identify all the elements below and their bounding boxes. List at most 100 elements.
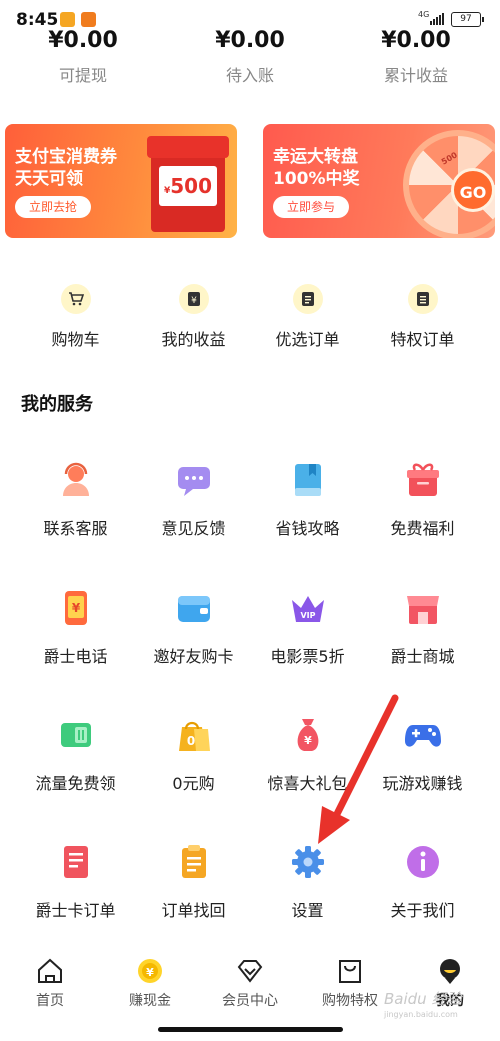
service-customer-service[interactable]: 联系客服 — [13, 460, 138, 550]
status-time: 8:45 — [16, 10, 59, 30]
diamond-icon — [235, 956, 265, 986]
customer-service-icon — [56, 460, 96, 500]
quick-link-label: 优选订单 — [275, 330, 340, 349]
bag-icon — [335, 956, 365, 986]
service-settings[interactable]: 设置 — [245, 842, 370, 932]
service-label: 联系客服 — [43, 519, 108, 538]
banner-title: 幸运大转盘 100%中奖 — [273, 147, 360, 189]
card-order-icon — [56, 842, 96, 882]
feedback-icon — [174, 460, 214, 500]
phone-icon: ¥ — [56, 588, 96, 628]
service-surprise-gift-pack[interactable]: ¥ 惊喜大礼包 — [245, 715, 370, 805]
settings-gear-icon — [288, 842, 328, 882]
service-label: 流量免费领 — [35, 774, 116, 793]
info-icon — [403, 842, 443, 882]
earnings-value: ¥0.00 — [48, 28, 118, 53]
svg-text:VIP: VIP — [300, 611, 315, 620]
quick-link-label: 购物车 — [51, 330, 100, 349]
profile-icon — [435, 956, 465, 986]
service-jazz-card-orders[interactable]: 爵士卡订单 — [13, 842, 138, 932]
nav-home[interactable]: 首页 — [0, 950, 100, 1010]
service-order-recovery[interactable]: 订单找回 — [131, 842, 256, 932]
quick-link-privilege-orders[interactable]: 特权订单 — [360, 280, 485, 350]
earnings-value: ¥0.00 — [381, 28, 451, 53]
service-jazz-mall[interactable]: 爵士商城 — [360, 588, 485, 678]
service-label: 0元购 — [172, 774, 215, 793]
lucky-wheel-banner[interactable]: 幸运大转盘 100%中奖 立即参与 500 GO — [263, 124, 495, 238]
gift-box-icon: ¥500 — [147, 136, 229, 232]
service-money-saving-guide[interactable]: 省钱攻略 — [245, 460, 370, 550]
service-label: 爵士商城 — [390, 647, 455, 666]
svg-text:¥: ¥ — [191, 296, 197, 306]
service-label: 免费福利 — [390, 519, 455, 538]
service-invite-friends-card[interactable]: 邀好友购卡 — [131, 588, 256, 678]
service-label: 爵士电话 — [43, 647, 108, 666]
gift-card-value: 500 — [170, 174, 212, 198]
wallet-card-icon — [174, 588, 214, 628]
earnings-pending[interactable]: ¥0.00 待入账 — [180, 28, 320, 86]
quick-link-earnings[interactable]: ¥ 我的收益 — [131, 280, 256, 350]
wheel-go-button[interactable]: GO — [451, 168, 495, 212]
service-label: 爵士卡订单 — [35, 901, 116, 920]
nav-label: 首页 — [36, 993, 64, 1009]
service-play-games-earn[interactable]: 玩游戏赚钱 — [360, 715, 485, 805]
earnings-value: ¥0.00 — [215, 28, 285, 53]
svg-text:¥: ¥ — [146, 966, 154, 979]
service-free-data[interactable]: 流量免费领 — [13, 715, 138, 805]
earnings-withdrawable[interactable]: ¥0.00 可提现 — [13, 28, 153, 86]
service-about-us[interactable]: 关于我们 — [360, 842, 485, 932]
service-zero-yuan-purchase[interactable]: 0 0元购 — [131, 715, 256, 805]
earnings-label: 可提现 — [58, 66, 107, 85]
earnings-summary: ¥0.00 可提现 ¥0.00 待入账 ¥0.00 累计收益 — [0, 28, 500, 88]
service-free-benefits[interactable]: 免费福利 — [360, 460, 485, 550]
watermark-url: jingyan.baidu.com — [384, 1010, 458, 1019]
earnings-label: 待入账 — [225, 66, 274, 85]
coin-icon: ¥ — [135, 956, 165, 986]
quick-links: 购物车 ¥ 我的收益 优选订单 特权订单 — [0, 280, 500, 350]
nav-label: 会员中心 — [222, 993, 278, 1009]
earnings-icon: ¥ — [178, 284, 209, 314]
notification-app-icon-2 — [81, 12, 96, 27]
home-indicator[interactable] — [158, 1027, 343, 1032]
signal-icon — [430, 13, 444, 25]
earnings-label: 累计收益 — [383, 66, 448, 85]
service-label: 意见反馈 — [161, 519, 226, 538]
banner-grab-button[interactable]: 立即去抢 — [15, 196, 92, 218]
banner-title: 支付宝消费券 天天可领 — [15, 147, 117, 189]
svg-text:0: 0 — [186, 734, 194, 748]
order-icon — [292, 284, 323, 314]
service-label: 玩游戏赚钱 — [382, 774, 463, 793]
service-movie-discount[interactable]: VIP 电影票5折 — [245, 588, 370, 678]
service-label: 订单找回 — [161, 901, 226, 920]
service-label: 设置 — [291, 901, 324, 920]
service-label: 省钱攻略 — [275, 519, 340, 538]
svg-text:¥: ¥ — [304, 734, 312, 747]
gift-icon — [403, 460, 443, 500]
quick-link-label: 我的收益 — [161, 330, 226, 349]
service-feedback[interactable]: 意见反馈 — [131, 460, 256, 550]
banner-join-button[interactable]: 立即参与 — [273, 196, 350, 218]
nav-earn-cash[interactable]: ¥ 赚现金 — [100, 950, 200, 1010]
guide-book-icon — [288, 460, 328, 500]
cart-icon — [60, 284, 91, 314]
nav-label: 赚现金 — [129, 993, 171, 1009]
service-jazz-phone[interactable]: ¥ 爵士电话 — [13, 588, 138, 678]
notification-app-icon — [60, 12, 75, 27]
shopping-bag-icon: 0 — [174, 715, 214, 755]
money-bag-icon: ¥ — [288, 715, 328, 755]
alipay-coupon-banner[interactable]: 支付宝消费券 天天可领 立即去抢 ¥500 — [5, 124, 237, 238]
quick-link-cart[interactable]: 购物车 — [13, 280, 138, 350]
store-icon — [403, 588, 443, 628]
nav-member-center[interactable]: 会员中心 — [200, 950, 300, 1010]
service-label: 邀好友购卡 — [153, 647, 234, 666]
quick-link-label: 特权订单 — [390, 330, 455, 349]
gamepad-icon — [403, 715, 443, 755]
watermark: Baidu 经验 — [384, 990, 462, 1008]
sim-card-icon — [56, 715, 96, 755]
vip-crown-icon: VIP — [288, 588, 328, 628]
privilege-order-icon — [407, 284, 438, 314]
quick-link-preferred-orders[interactable]: 优选订单 — [245, 280, 370, 350]
earnings-total[interactable]: ¥0.00 累计收益 — [346, 28, 486, 86]
service-label: 电影票5折 — [270, 647, 345, 666]
network-type: 4G — [418, 10, 430, 19]
